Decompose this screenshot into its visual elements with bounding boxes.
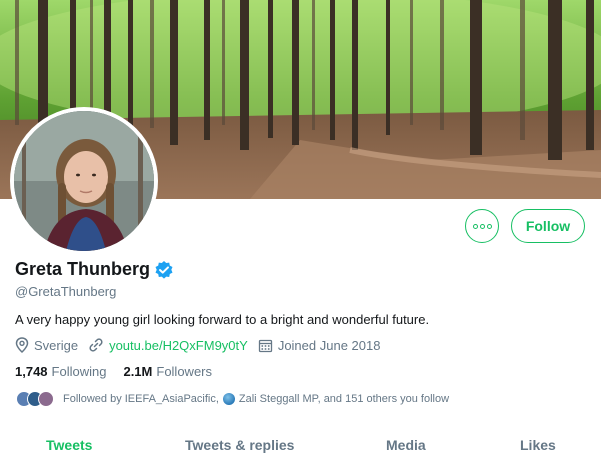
- followers-label: Followers: [156, 364, 212, 379]
- profile-tabs: Tweets Tweets & replies Media Likes: [0, 428, 601, 464]
- profile-stats: 1,748 Following 2.1M Followers: [15, 364, 229, 379]
- following-count: 1,748: [15, 364, 48, 379]
- display-name[interactable]: Greta Thunberg: [15, 259, 150, 280]
- tab-likes[interactable]: Likes: [520, 437, 556, 453]
- display-name-row: Greta Thunberg: [15, 259, 174, 280]
- location-item: Sverige: [15, 337, 78, 353]
- profile-page: Follow Greta Thunberg @GretaThunberg A v…: [0, 0, 601, 464]
- avatar-image: [14, 111, 154, 251]
- followers-count: 2.1M: [123, 364, 153, 379]
- verified-badge-icon: [154, 260, 174, 280]
- joined-item: Joined June 2018: [258, 337, 381, 353]
- link-icon: [89, 338, 103, 352]
- followed-by-avatars: [16, 391, 54, 407]
- profile-handle[interactable]: @GretaThunberg: [15, 284, 116, 299]
- joined-text: Joined June 2018: [277, 337, 381, 353]
- more-button[interactable]: [465, 209, 499, 243]
- mini-avatar: [38, 391, 54, 407]
- calendar-icon: [258, 339, 272, 352]
- location-pin-icon: [15, 337, 29, 353]
- tab-tweets[interactable]: Tweets: [46, 437, 92, 453]
- followed-by-prefix: Followed by IEEFA_AsiaPacific,: [63, 393, 219, 405]
- following-label: Following: [51, 364, 107, 379]
- website-link[interactable]: youtu.be/H2QxFM9y0tY: [109, 338, 248, 353]
- follow-button[interactable]: Follow: [511, 209, 585, 243]
- profile-avatar[interactable]: [10, 107, 158, 255]
- profile-meta: Sverige youtu.be/H2QxFM9y0tY Joined June…: [15, 337, 390, 353]
- globe-icon: [222, 393, 235, 405]
- more-icon: [472, 223, 492, 229]
- followed-by-row[interactable]: Followed by IEEFA_AsiaPacific, Zali Steg…: [16, 391, 449, 407]
- website-item[interactable]: youtu.be/H2QxFM9y0tY: [88, 337, 248, 353]
- tab-tweets-replies[interactable]: Tweets & replies: [185, 437, 294, 453]
- location-text: Sverige: [34, 337, 79, 353]
- followers-stat[interactable]: 2.1M Followers: [123, 364, 212, 379]
- profile-bio: A very happy young girl looking forward …: [15, 312, 430, 327]
- following-stat[interactable]: 1,748 Following: [15, 364, 106, 379]
- tab-media[interactable]: Media: [386, 437, 426, 453]
- followed-by-rest: Zali Steggall MP, and 151 others you fol…: [238, 393, 450, 405]
